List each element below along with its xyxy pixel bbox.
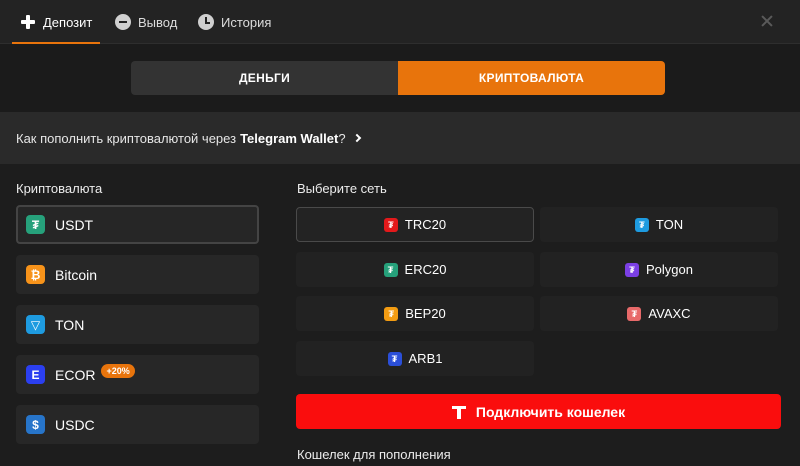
erc20-icon: ₮ [383, 262, 398, 277]
bonus-badge: +20% [101, 363, 135, 378]
ecor-icon: E [26, 365, 45, 384]
tab-withdraw-label: Вывод [138, 14, 178, 30]
network-option-label: TRC20 [404, 217, 447, 232]
network-option-trc20[interactable]: ₮ TRC20 [296, 207, 534, 242]
network-option-label: AVAXC [648, 306, 691, 321]
network-option-arb1[interactable]: ₮ ARB1 [296, 341, 534, 376]
currency-item-label: USDC [55, 416, 95, 433]
polygon-icon: ₮ [625, 262, 639, 277]
usdc-icon: $ [26, 415, 45, 434]
money-mode-button[interactable]: ДЕНЬГИ [131, 61, 398, 95]
crypto-mode-button[interactable]: КРИПТОВАЛЮТА [398, 61, 665, 95]
wallet-section-label: Кошелек для пополнения [297, 447, 451, 462]
currency-item-bitcoin[interactable]: ₿ Bitcoin [16, 255, 259, 294]
currency-item-label: TON [55, 316, 85, 333]
network-option-label: Polygon [646, 262, 693, 277]
network-option-bep20[interactable]: ₮ BEP20 [296, 296, 534, 331]
tab-withdraw[interactable]: Вывод [115, 0, 177, 44]
close-icon[interactable] [760, 14, 774, 28]
chevron-right-icon [352, 133, 361, 143]
network-option-label: BEP20 [405, 306, 446, 321]
tether-icon: ₮ [26, 215, 45, 234]
avaxc-icon: ₮ [627, 306, 642, 321]
help-suffix: ? [338, 130, 346, 146]
network-option-label: ERC20 [404, 262, 447, 277]
connect-wallet-label: Подключить кошелек [475, 403, 626, 420]
currency-item-usdc[interactable]: $ USDC [16, 405, 259, 444]
network-option-label: TON [655, 217, 684, 232]
currency-item-label: ECOR [55, 366, 96, 383]
tether-icon [451, 405, 466, 419]
bep20-icon: ₮ [384, 306, 399, 321]
network-section-label: Выберите сеть [297, 181, 387, 196]
network-option-ton[interactable]: ₮ TON [540, 207, 778, 242]
tab-history[interactable]: История [198, 0, 271, 44]
currency-section-label: Криптовалюта [16, 181, 103, 196]
ton-network-icon: ₮ [634, 217, 649, 232]
currency-item-ecor[interactable]: E ECOR +20% [16, 355, 259, 394]
tab-history-label: История [221, 14, 272, 30]
clock-icon [198, 14, 214, 30]
telegram-wallet-help-link[interactable]: Как пополнить криптовалютой через Telegr… [0, 112, 800, 164]
currency-item-ton[interactable]: ▽ TON [16, 305, 259, 344]
network-option-erc20[interactable]: ₮ ERC20 [296, 252, 534, 287]
network-option-avaxc[interactable]: ₮ AVAXC [540, 296, 778, 331]
trc20-icon: ₮ [383, 217, 398, 232]
network-option-polygon[interactable]: ₮ Polygon [540, 252, 778, 287]
top-tabs: Депозит Вывод История [0, 0, 800, 44]
bitcoin-icon: ₿ [26, 265, 45, 284]
minus-circle-icon [115, 14, 131, 30]
mode-switch: ДЕНЬГИ КРИПТОВАЛЮТА [0, 44, 800, 112]
arb1-icon: ₮ [387, 351, 402, 366]
currency-item-label: USDT [55, 216, 94, 233]
network-option-label: ARB1 [408, 351, 443, 366]
currency-item-usdt[interactable]: ₮ USDT [16, 205, 259, 244]
tab-deposit[interactable]: Депозит [11, 0, 101, 44]
help-text: Как пополнить криптовалютой через [16, 130, 237, 146]
ton-icon: ▽ [26, 315, 45, 334]
plus-icon [20, 14, 36, 30]
tab-deposit-label: Депозит [43, 14, 93, 30]
currency-item-label: Bitcoin [55, 266, 98, 283]
connect-wallet-button[interactable]: Подключить кошелек [296, 394, 781, 429]
telegram-wallet-brand: Telegram Wallet [240, 130, 339, 146]
